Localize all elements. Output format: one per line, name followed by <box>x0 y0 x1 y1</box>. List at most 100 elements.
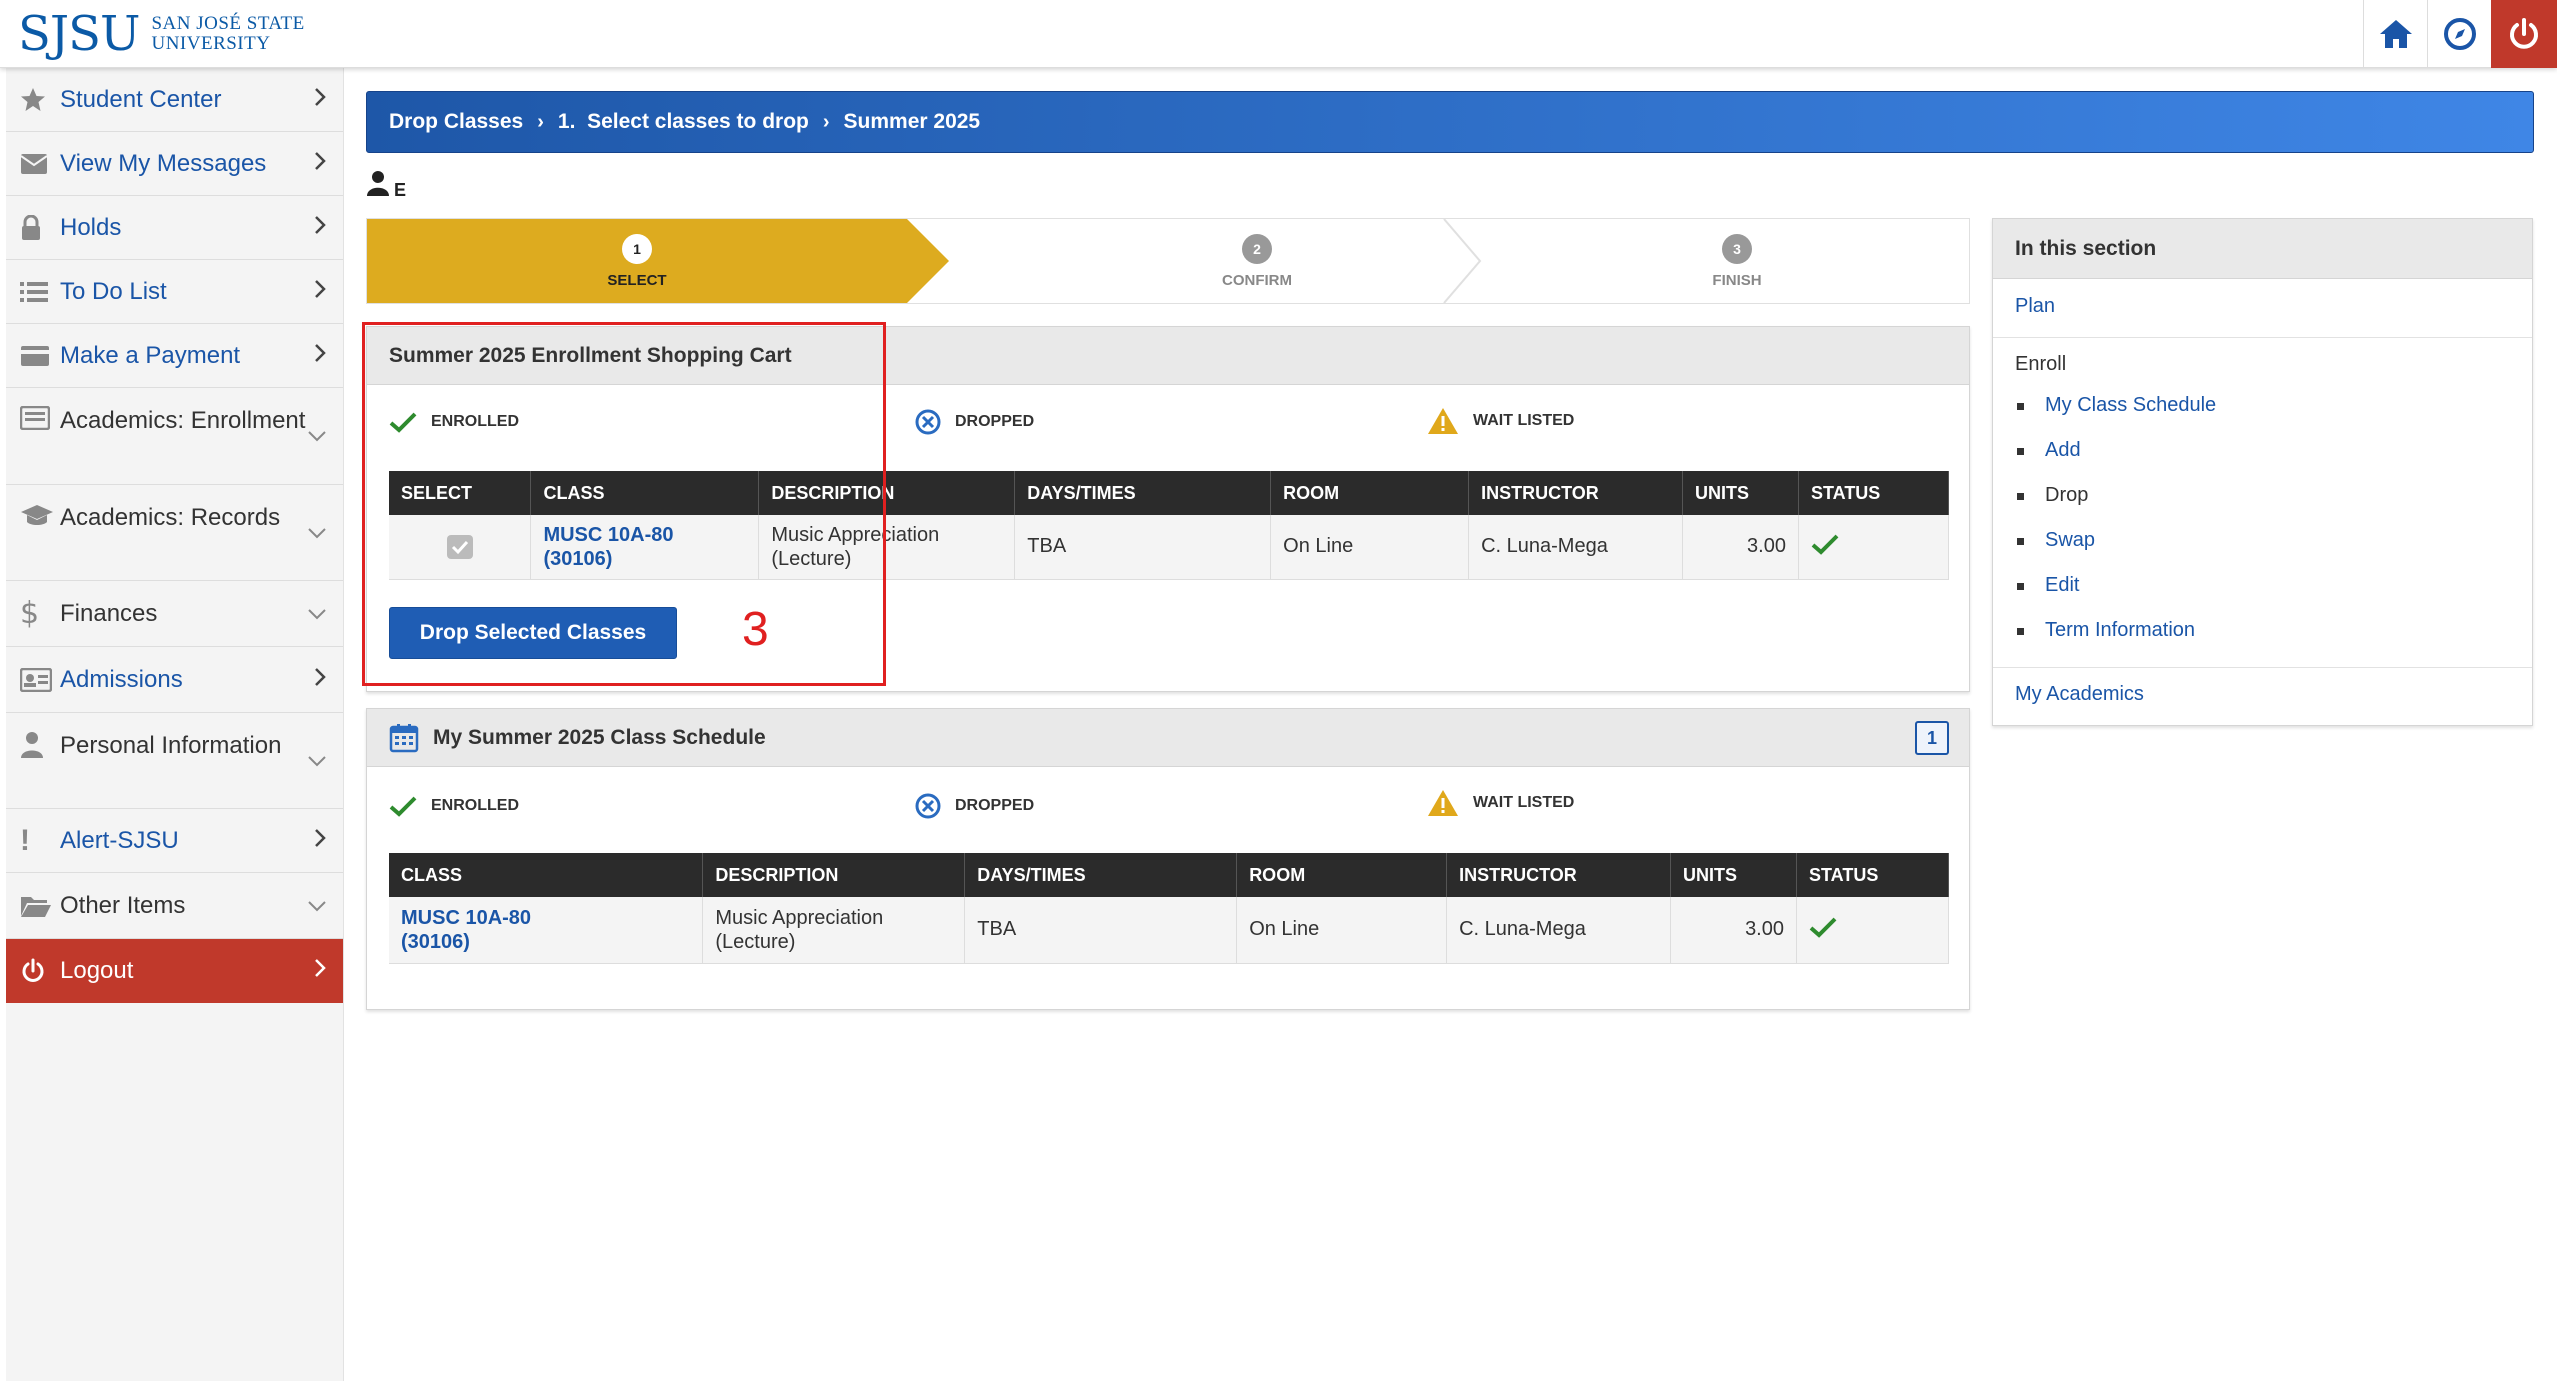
top-header: SJSU SAN JOSÉ STATE UNIVERSITY <box>0 0 2557 68</box>
exclamation-icon: ! <box>20 823 30 857</box>
sidebar-item-other-items[interactable]: Other Items <box>6 873 343 939</box>
sidebar-item-label: Academics: Records <box>60 504 281 531</box>
step-number: 2 <box>1242 233 1272 264</box>
step-select: 1 SELECT <box>367 219 907 303</box>
instructor-cell: C. Luna-Mega <box>1446 897 1672 964</box>
edit-link[interactable]: Edit <box>2045 574 2079 597</box>
legend-label: ENROLLED <box>431 797 519 814</box>
navigator-button[interactable] <box>2427 0 2491 68</box>
warning-icon <box>1428 408 1458 434</box>
add-link[interactable]: Add <box>2045 439 2081 462</box>
sidebar-item-messages[interactable]: View My Messages <box>6 132 343 196</box>
folder-icon <box>20 894 60 918</box>
bullet <box>2017 448 2024 455</box>
schedule-title: My Summer 2025 Class Schedule <box>433 725 766 749</box>
breadcrumb: Drop Classes › 1. Select classes to drop… <box>366 91 2534 153</box>
sidebar-item-logout[interactable]: Logout <box>6 939 343 1003</box>
chevron-down-icon <box>307 422 327 450</box>
user-icon <box>366 170 390 201</box>
step-number: 3 <box>1722 233 1752 264</box>
table-row: MUSC 10A-80 (30106) Music Appreciation (Le… <box>389 897 1949 964</box>
compass-icon <box>2443 18 2476 50</box>
chevron-right-icon <box>313 150 327 178</box>
check-icon <box>389 796 417 817</box>
step-number: 1 <box>622 233 652 264</box>
home-button[interactable] <box>2363 0 2427 68</box>
class-number: (30106) <box>401 930 470 953</box>
table-header-row: CLASS DESCRIPTION DAYS/TIMES ROOM INSTRU… <box>389 853 1949 897</box>
power-icon <box>2510 18 2538 49</box>
sidebar-item-label: Academics: Enrollment <box>60 407 306 434</box>
column-header: INSTRUCTOR <box>1446 853 1672 897</box>
chevron-down-icon <box>307 519 327 547</box>
my-academics-link[interactable]: My Academics <box>2015 683 2144 706</box>
days-cell: TBA <box>1014 515 1272 580</box>
chevron-right-icon <box>313 214 327 242</box>
chevron-right-icon <box>313 666 327 694</box>
sidebar-item-holds[interactable]: Holds <box>6 196 343 260</box>
status-cell <box>1798 515 1950 580</box>
legend-label: DROPPED <box>955 413 1035 430</box>
legend-label: WAIT LISTED <box>1473 794 1575 811</box>
enrolled-check-icon <box>1811 534 1839 555</box>
description-line-2: (Lecture) <box>715 930 796 953</box>
status-cell <box>1796 897 1949 964</box>
logo-text: SAN JOSÉ STATE UNIVERSITY <box>151 14 304 54</box>
plan-link[interactable]: Plan <box>2015 295 2055 318</box>
sidebar-item-academics-records[interactable]: Academics: Records <box>6 485 343 581</box>
sidebar: Student Center View My Messages Holds To… <box>6 68 344 1381</box>
divider <box>1993 667 2532 668</box>
legend-dropped: DROPPED <box>915 409 1034 435</box>
breadcrumb-select-classes[interactable]: 1. Select classes to drop <box>558 110 809 134</box>
sidebar-item-student-center[interactable]: Student Center <box>6 68 343 132</box>
column-header: DAYS/TIMES <box>1014 471 1272 515</box>
sidebar-item-academics-enrollment[interactable]: Academics: Enrollment <box>6 388 343 485</box>
sidebar-item-finances[interactable]: $ Finances <box>6 581 343 647</box>
sidebar-item-admissions[interactable]: Admissions <box>6 647 343 713</box>
dollar-icon: $ <box>20 596 40 631</box>
sidebar-item-make-payment[interactable]: Make a Payment <box>6 324 343 388</box>
column-header: INSTRUCTOR <box>1468 471 1684 515</box>
credit-card-icon <box>20 345 60 367</box>
legend-enrolled: ENROLLED <box>389 795 519 817</box>
dropped-icon <box>915 409 941 435</box>
my-class-schedule-link[interactable]: My Class Schedule <box>2045 394 2216 417</box>
instructor-cell: C. Luna-Mega <box>1468 515 1684 580</box>
units-cell: 3.00 <box>1682 515 1799 580</box>
column-header: STATUS <box>1796 853 1949 897</box>
step-arrow <box>907 219 949 303</box>
class-link[interactable]: MUSC 10A-80 (30106) <box>401 907 531 953</box>
logo-mark: SJSU <box>18 6 140 62</box>
schedule-table: CLASS DESCRIPTION DAYS/TIMES ROOM INSTRU… <box>389 853 1949 964</box>
sign-out-button[interactable] <box>2491 0 2557 68</box>
chevron-right-icon <box>313 278 327 306</box>
term-information-link[interactable]: Term Information <box>2045 619 2195 642</box>
units-cell: 3.00 <box>1670 897 1797 964</box>
progress-stepper: 1 SELECT 2 CONFIRM 3 FINISH <box>366 218 1970 304</box>
warning-icon <box>1428 790 1458 816</box>
sjsu-logo[interactable]: SJSU SAN JOSÉ STATE UNIVERSITY <box>18 6 305 62</box>
envelope-icon <box>20 153 60 175</box>
legend-dropped: DROPPED <box>915 793 1034 819</box>
chevron-right-icon <box>313 957 327 985</box>
sidebar-item-personal-information[interactable]: Personal Information <box>6 713 343 809</box>
class-code: MUSC 10A-80 <box>401 906 532 929</box>
chevron-right-icon: › <box>822 110 830 133</box>
sidebar-item-todo[interactable]: To Do List <box>6 260 343 324</box>
column-header: UNITS <box>1670 853 1797 897</box>
bullet <box>2017 538 2024 545</box>
sidebar-item-label: Admissions <box>60 665 183 693</box>
breadcrumb-drop-classes[interactable]: Drop Classes <box>389 110 523 134</box>
schedule-count-badge[interactable]: 1 <box>1915 721 1949 755</box>
list-icon <box>20 280 60 304</box>
chevron-right-icon <box>313 86 327 114</box>
enrolled-check-icon <box>1809 917 1837 938</box>
dropped-icon <box>915 793 941 819</box>
sidebar-item-label: Make a Payment <box>60 341 241 369</box>
sidebar-item-label: Holds <box>60 213 122 241</box>
description-cell: Music Appreciation (Lecture) <box>702 897 966 964</box>
chevron-right-icon: › <box>537 110 544 133</box>
sidebar-item-alert-sjsu[interactable]: ! Alert-SJSU <box>6 809 343 873</box>
legend-waitlisted: WAIT LISTED <box>1427 407 1574 435</box>
swap-link[interactable]: Swap <box>2045 529 2095 552</box>
